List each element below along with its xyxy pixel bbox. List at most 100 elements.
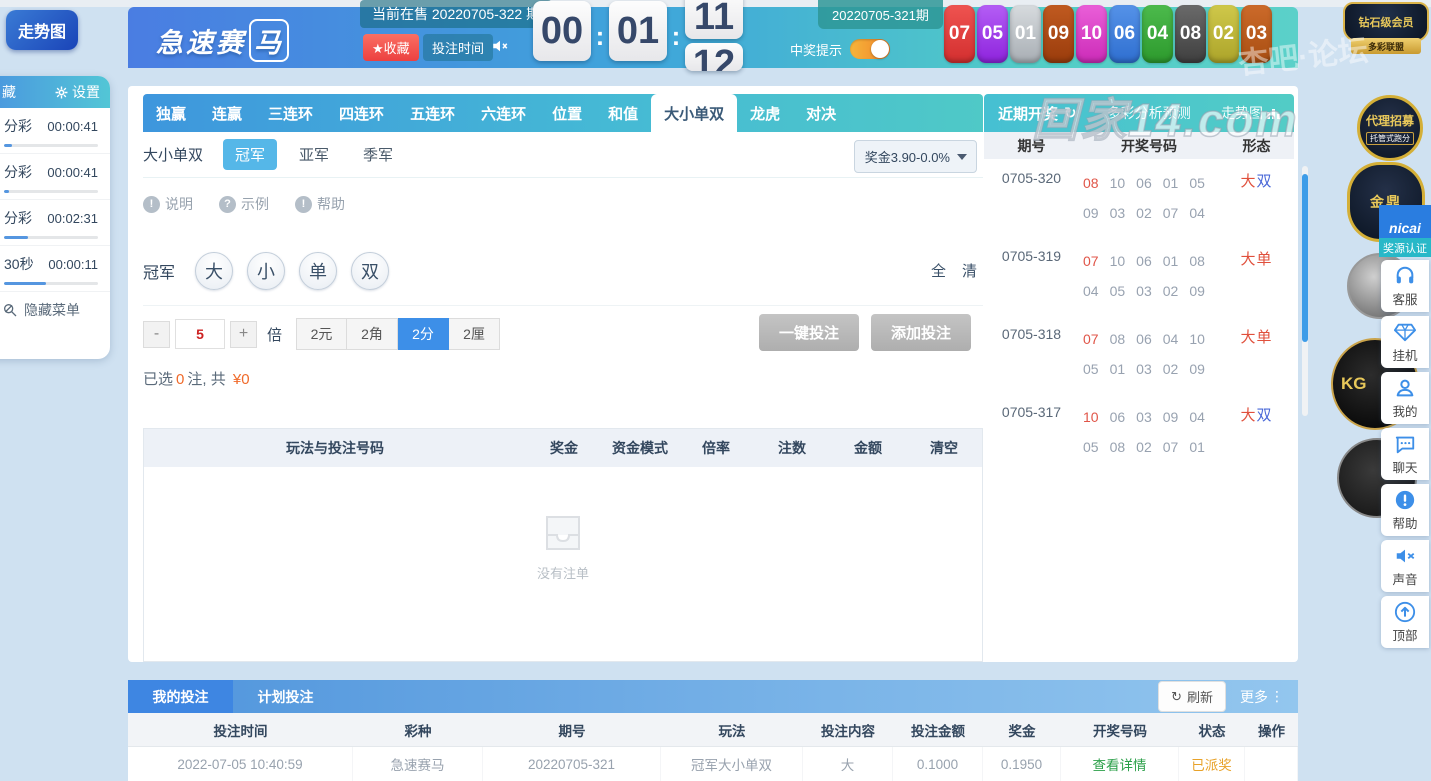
tab-plan-bets[interactable]: 计划投注: [233, 680, 338, 713]
mute-speaker-icon[interactable]: [491, 37, 509, 55]
info-link[interactable]: ! 帮助: [295, 194, 345, 214]
unit-button[interactable]: 2角: [347, 318, 399, 350]
draw-number: 02: [1136, 205, 1152, 221]
bet-option[interactable]: 双: [351, 251, 390, 290]
bonus-dropdown[interactable]: 奖金3.90-0.0%: [853, 140, 977, 173]
collapse-label[interactable]: 藏: [2, 82, 16, 102]
multiplier-input[interactable]: 5: [175, 319, 225, 349]
play-tab[interactable]: 位置: [539, 94, 595, 132]
lottery-timer-item[interactable]: 分彩 00:00:41: [0, 108, 110, 154]
analysis-link[interactable]: 多彩分析预测: [1107, 103, 1191, 123]
position-tab[interactable]: 冠军: [223, 139, 278, 170]
position-tab[interactable]: 亚军: [287, 139, 341, 170]
favorite-button[interactable]: ★收藏: [363, 34, 419, 61]
info-link[interactable]: ? 示例: [219, 194, 269, 214]
empty-text: 没有注单: [536, 565, 589, 581]
my-bets-table-header: 投注时间 彩种 期号 玩法 投注内容 投注金额 奖金 开奖号码 状态 操作: [128, 713, 1298, 747]
lottery-timer-item[interactable]: 30秒 00:00:11: [0, 246, 110, 292]
action-cell: [1245, 747, 1298, 781]
draw-number: 05: [1083, 361, 1099, 377]
float-button-arrow-up[interactable]: 顶部: [1381, 596, 1429, 648]
view-detail-link[interactable]: 查看详情: [1061, 747, 1179, 781]
trend-chart-badge[interactable]: 走势图: [6, 10, 78, 50]
more-button[interactable]: 更多 ⋮: [1240, 687, 1284, 707]
countdown-hours: 00: [533, 1, 591, 61]
bet-slip-col: 倍率: [702, 440, 730, 456]
agent-recruit-badge[interactable]: 代理招募 托管式跑分: [1357, 95, 1423, 161]
countdown-seconds: 11 12: [685, 0, 743, 71]
add-bet-button[interactable]: 添加投注: [871, 314, 971, 351]
play-tab[interactable]: 独赢: [143, 94, 199, 132]
pattern-char: 双: [1256, 173, 1273, 190]
award-cert-badge[interactable]: nicai 奖源认证: [1379, 205, 1431, 257]
my-bets-col: 状态: [1198, 723, 1226, 739]
quick-bet-button[interactable]: 一键投注: [759, 314, 859, 351]
float-button-chat[interactable]: 聊天: [1381, 428, 1429, 480]
select-all-button[interactable]: 全: [931, 260, 946, 281]
draw-number: 03: [1136, 361, 1152, 377]
period-number: 0705-317: [1001, 404, 1062, 420]
lottery-timer-item[interactable]: 分彩 00:02:31: [0, 200, 110, 246]
bet-option[interactable]: 单: [299, 251, 338, 290]
info-link[interactable]: ! 说明: [143, 194, 193, 214]
my-bets-col: 投注内容: [821, 723, 875, 739]
float-button-headset[interactable]: 客服: [1381, 260, 1429, 312]
position-tab[interactable]: 季军: [351, 139, 405, 170]
play-tab[interactable]: 龙虎: [737, 94, 793, 132]
main-card: 独赢 连赢 三连环 四连环 五连环 六连环 位置 和值 大小单双 龙虎 对决 大小单双 冠军 亚军 季军…: [128, 86, 1308, 662]
play-tab[interactable]: 和值: [595, 94, 651, 132]
play-tab[interactable]: 四连环: [326, 94, 397, 132]
float-button-mute[interactable]: 声音: [1381, 540, 1429, 592]
bet-option[interactable]: 小: [247, 251, 286, 290]
bet-option[interactable]: 大: [195, 251, 234, 290]
lottery-timer-item[interactable]: 分彩 00:00:41: [0, 154, 110, 200]
play-tab[interactable]: 六连环: [468, 94, 539, 132]
unit-button[interactable]: 2分: [398, 318, 450, 350]
unit-button[interactable]: 2元: [296, 318, 348, 350]
decrement-button[interactable]: -: [143, 320, 170, 348]
draw-number: 06: [1136, 253, 1152, 269]
lottery-name: 30秒: [4, 256, 34, 272]
float-button-label: 声音: [1392, 572, 1418, 587]
cert-brand: nicai: [1379, 205, 1431, 238]
recent-results-tab[interactable]: 近期开奖 ↻: [998, 103, 1077, 124]
play-tab[interactable]: 连赢: [199, 94, 255, 132]
my-bets-col: 期号: [558, 723, 586, 739]
gear-icon: [55, 86, 68, 98]
headset-icon: [1394, 265, 1416, 287]
my-bets-section: 我的投注 计划投注 ↻ 刷新 更多 ⋮ 投注时间 彩种 期号 玩法 投注内容 投注金额 奖金 开…: [128, 680, 1298, 781]
win-tip-toggle[interactable]: [850, 39, 891, 59]
play-tab[interactable]: 大小单双: [651, 94, 738, 132]
play-tab[interactable]: 对决: [793, 94, 849, 132]
draw-numbers: 08 10 06 01 05 09 03 02 07 04: [1079, 168, 1219, 228]
hide-menu-button[interactable]: 隐藏菜单: [0, 292, 110, 328]
result-row: 0705-320 08 10 06 01 05 09 03 02 07 04 大双: [984, 159, 1294, 237]
float-button-exclaim[interactable]: 帮助: [1381, 484, 1429, 536]
refresh-icon[interactable]: ↻: [1064, 104, 1077, 122]
bet-options: 大小单双: [195, 251, 403, 290]
bet-slip-col: 奖金: [550, 440, 578, 456]
draw-number: 05: [1189, 175, 1205, 191]
cert-label: 奖源认证: [1379, 238, 1431, 257]
tab-my-bets[interactable]: 我的投注: [128, 680, 233, 713]
unit-button[interactable]: 2厘: [449, 318, 501, 350]
float-button-label: 挂机: [1392, 348, 1418, 363]
clear-button[interactable]: 清: [962, 260, 977, 281]
settings-button[interactable]: 设置: [55, 82, 100, 102]
increment-button[interactable]: +: [230, 320, 257, 348]
result-row: 0705-319 07 10 06 01 08 04 05 03 02 09 大单: [984, 237, 1294, 315]
float-button-label: 顶部: [1392, 628, 1418, 643]
diamond-member-badge[interactable]: 钻石级会员 多彩联盟: [1343, 2, 1429, 64]
badge-title: 钻石级会员: [1343, 2, 1429, 42]
play-tab[interactable]: 五连环: [397, 94, 468, 132]
bonus-amount: 0.1950: [983, 747, 1061, 781]
toggle-knob: [871, 40, 890, 58]
recent-scrollbar-thumb[interactable]: [1302, 174, 1308, 342]
float-button-diamond[interactable]: 挂机: [1381, 316, 1429, 368]
play-tab[interactable]: 三连环: [255, 94, 326, 132]
float-button-user[interactable]: 我的: [1381, 372, 1429, 424]
my-bets-col: 投注金额: [911, 723, 965, 739]
exclaim-icon: [1394, 489, 1416, 511]
refresh-button[interactable]: ↻ 刷新: [1158, 681, 1226, 712]
trend-link[interactable]: 走势图: [1221, 103, 1280, 123]
